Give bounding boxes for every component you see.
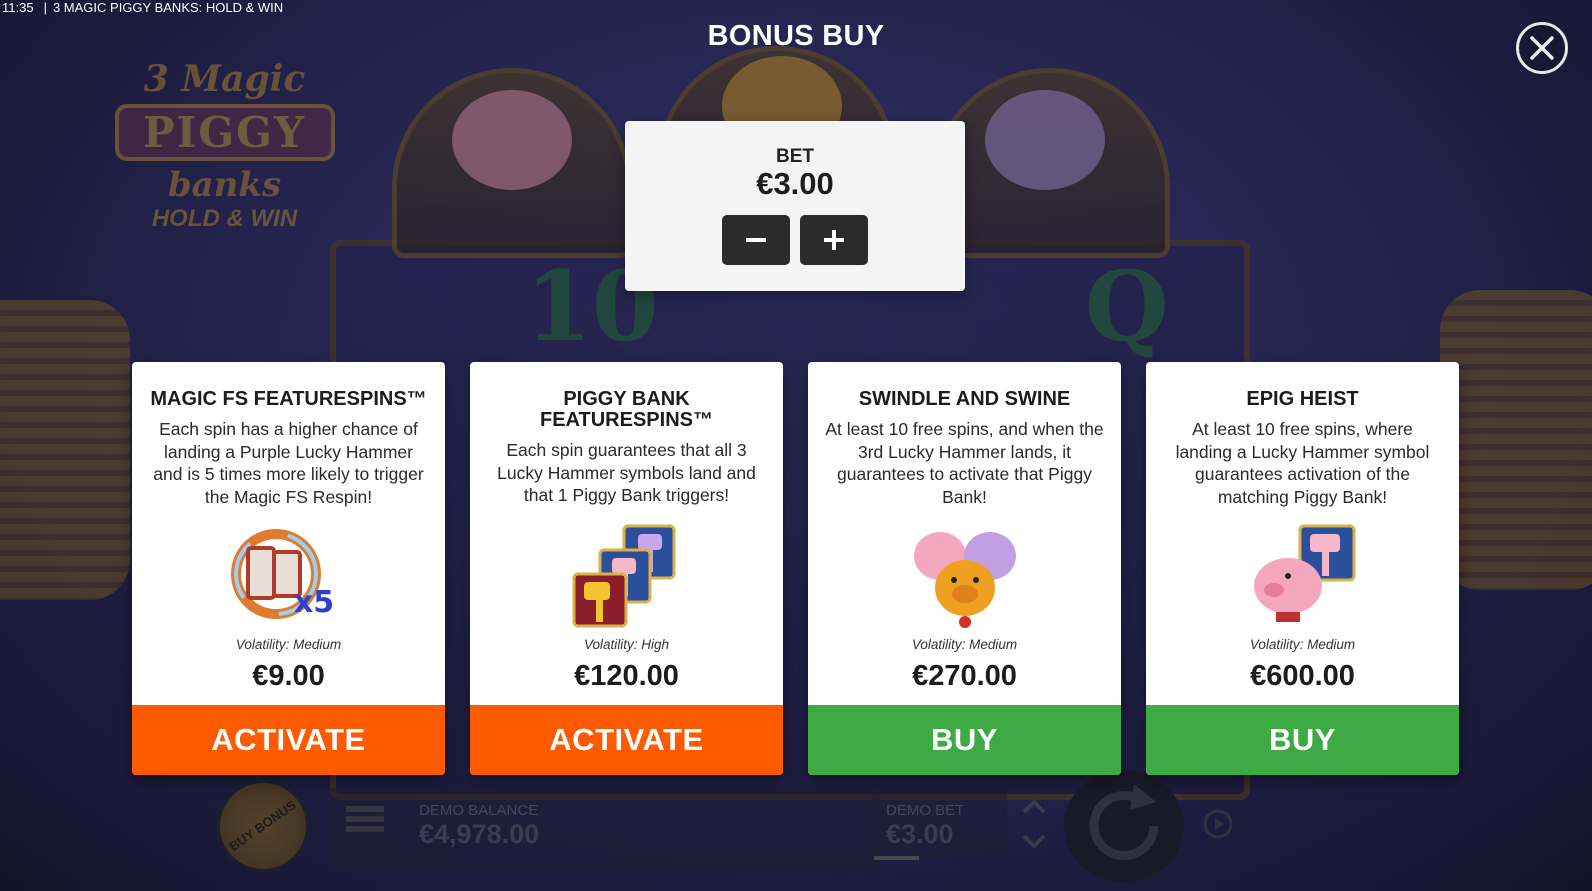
window-title: 3 MAGIC PIGGY BANKS: HOLD & WIN [52,0,284,15]
card-description: At least 10 free spins, where landing a … [1175,419,1430,507]
feature-card-epig-heist: EPIG HEIST At least 10 free spins, where… [1146,362,1459,775]
feature-card-swindle-and-swine: SWINDLE AND SWINE At least 10 free spins… [808,362,1121,775]
card-price: €600.00 [1250,660,1355,692]
close-button[interactable] [1516,22,1568,74]
card-description: Each spin has a higher chance of landing… [153,419,424,507]
modal-title: BONUS BUY [707,20,885,52]
status-bar: 11:35 | 3 MAGIC PIGGY BANKS: HOLD & WIN [0,0,283,16]
activate-button[interactable]: ACTIVATE [132,705,445,775]
increase-bet-button[interactable] [800,214,868,265]
svg-text:x5: x5 [293,585,333,620]
card-volatility: Volatility: High [583,637,670,652]
bet-panel: BET €3.00 [625,121,965,291]
plus-icon [824,229,844,250]
card-price: €9.00 [252,660,325,692]
status-separator: | [43,0,47,15]
card-volatility: Volatility: Medium [911,637,1018,652]
bet-value: €3.00 [756,166,834,201]
decrease-bet-button[interactable] [722,214,790,265]
card-volatility: Volatility: Medium [1249,637,1356,652]
card-title: SWINDLE AND SWINE [858,388,1071,410]
bet-label: BET [776,146,814,167]
piggy-hammer-icon [1253,524,1355,622]
card-title: PIGGY BANK FEATURESPINS™ [540,388,713,431]
clock: 11:35 [2,0,34,15]
close-icon [1530,36,1554,60]
minus-icon [746,237,766,242]
buy-button[interactable]: BUY [808,705,1121,775]
card-description: Each spin guarantees that all 3 Lucky Ha… [497,440,756,505]
card-price: €120.00 [574,660,679,692]
card-title: MAGIC FS FEATURESPINS™ [150,388,427,410]
card-title: EPIG HEIST [1246,388,1359,410]
activate-button[interactable]: ACTIVATE [470,705,783,775]
card-price: €270.00 [912,660,1017,692]
feature-card-piggy-bank: PIGGY BANK FEATURESPINS™ Each spin guara… [470,362,783,775]
card-volatility: Volatility: Medium [235,637,342,652]
feature-card-magic-fs: MAGIC FS FEATURESPINS™ Each spin has a h… [132,362,445,775]
three-piggies-icon [913,532,1016,628]
buy-button[interactable]: BUY [1146,705,1459,775]
card-description: At least 10 free spins, and when the 3rd… [825,419,1104,507]
lucky-hammers-icon [572,524,675,628]
fs-x5-icon: x5 [230,529,334,620]
